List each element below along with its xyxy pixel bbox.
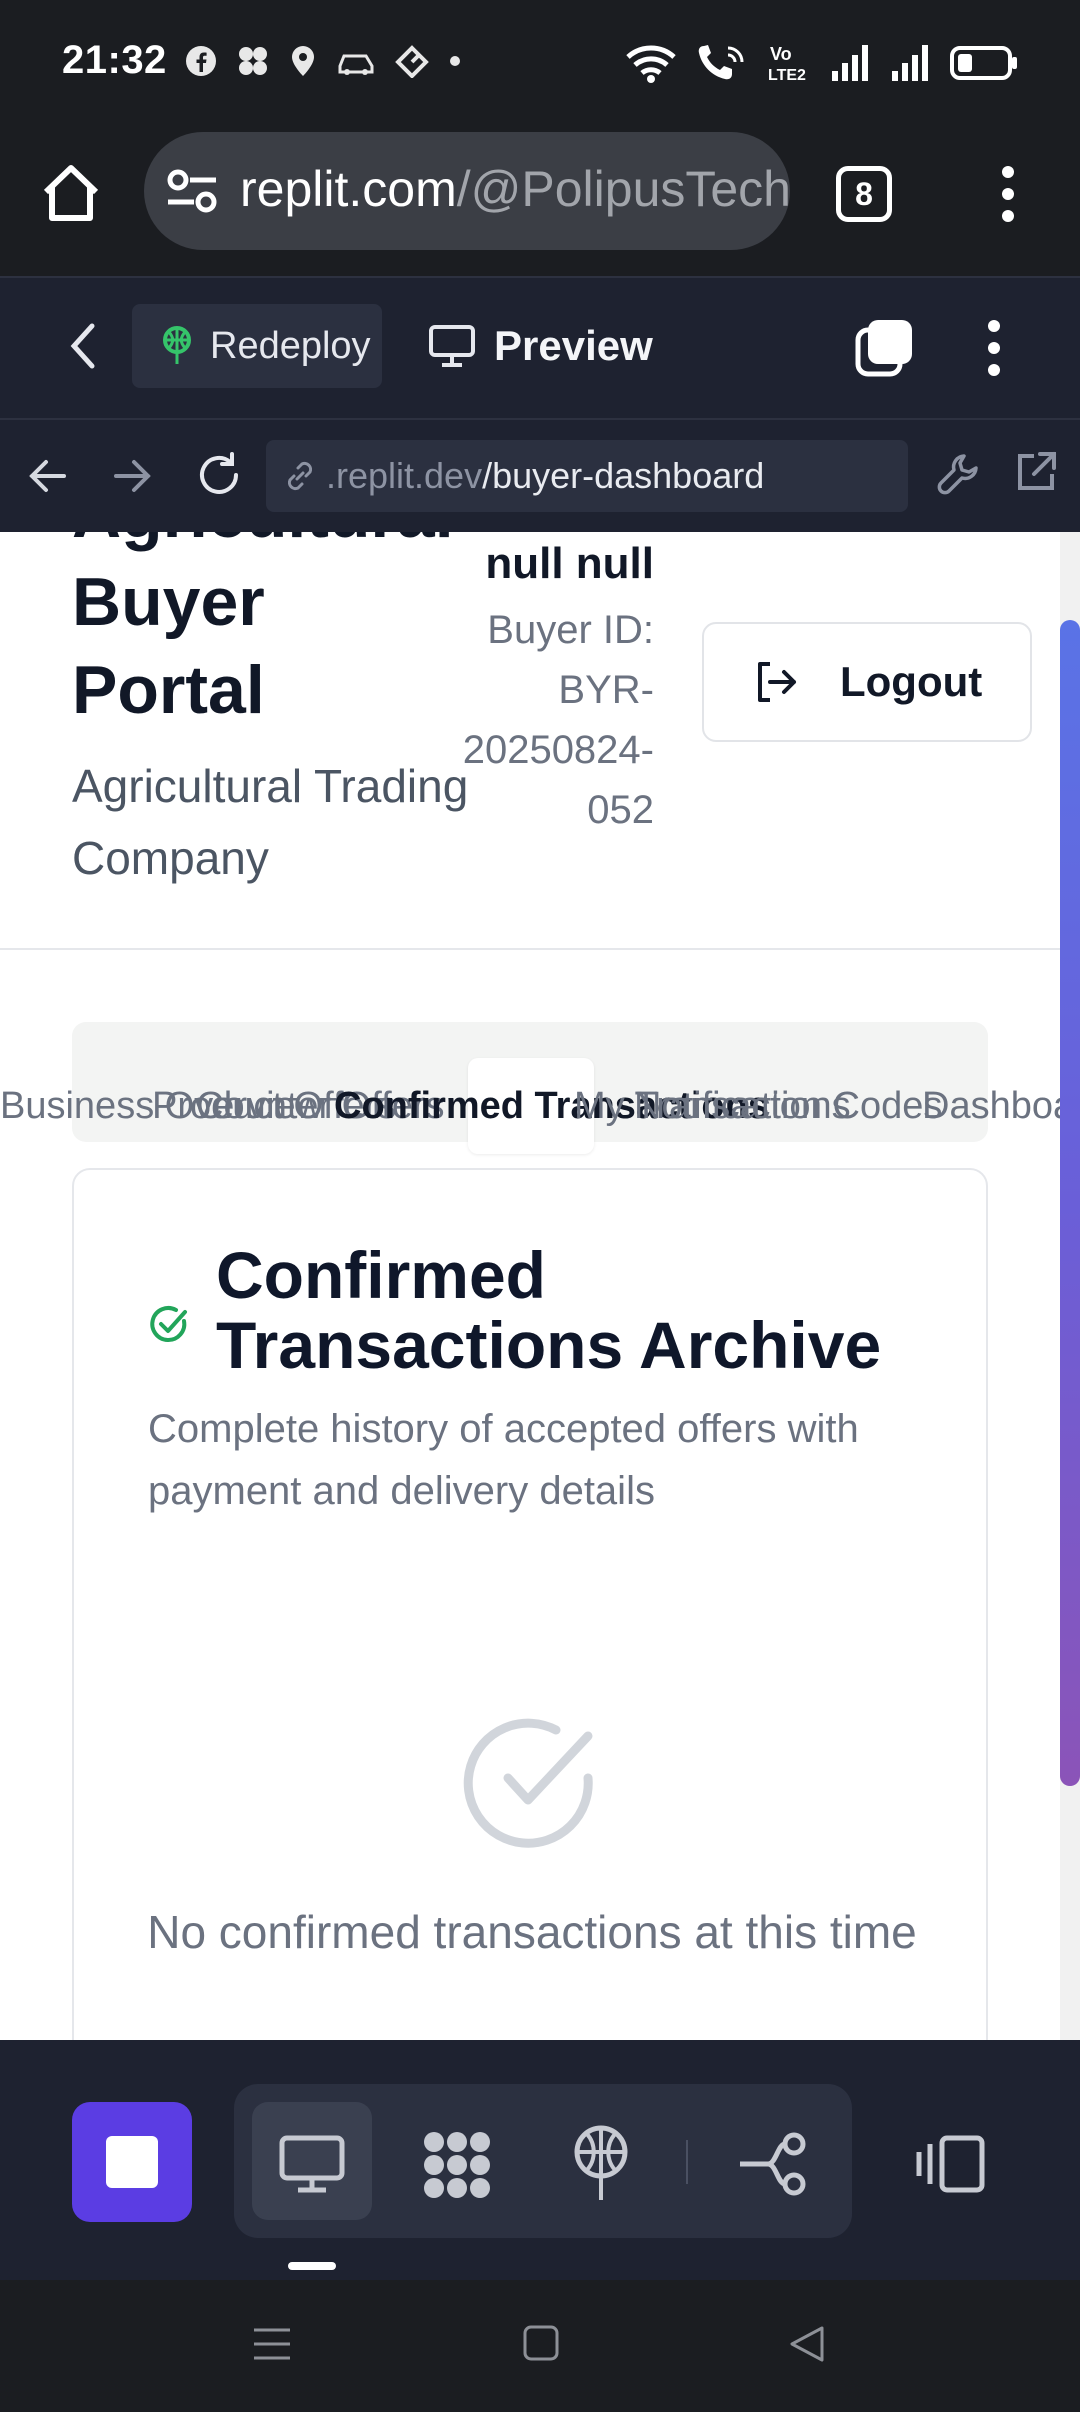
reload-icon[interactable] (194, 450, 244, 500)
logout-button[interactable]: Logout (702, 622, 1032, 742)
card-description: Complete history of accepted offers with… (148, 1407, 859, 1513)
svg-text:Vo: Vo (770, 44, 792, 64)
git-icon[interactable] (738, 2132, 808, 2196)
agent-icon[interactable] (420, 2128, 494, 2202)
status-time: 21:32 (62, 38, 167, 82)
buyer-id: Buyer ID: BYR- 20250824- 052 (420, 600, 654, 840)
address-text: replit.com/@PolipusTech (240, 160, 790, 218)
tab-dashboard[interactable]: Dashboard (922, 1060, 1080, 1152)
deploy-icon[interactable] (572, 2124, 630, 2204)
tab-notification-codes[interactable]: Notification Codes (634, 1060, 942, 1152)
card-title: Confirmed Transactions Archive (216, 1238, 882, 1382)
system-navigation-bar (0, 2280, 1080, 2412)
site-settings-icon[interactable] (166, 168, 218, 214)
monitor-icon (429, 325, 475, 367)
back-chevron-icon[interactable] (66, 320, 98, 372)
empty-state-message: No confirmed transactions at this time (147, 1906, 917, 1958)
facebook-icon (186, 46, 216, 76)
more-notifications-icon (450, 56, 460, 66)
battery-icon (950, 46, 1017, 80)
scrollbar-track[interactable] (1060, 532, 1080, 2040)
active-tool-indicator (288, 2262, 336, 2270)
preview-url-text: .replit.dev/buyer-dashboard (326, 455, 764, 497)
header-divider (0, 948, 1060, 950)
portal-title: Agricultural Buyer Portal (72, 532, 454, 734)
address-bar[interactable]: replit.com/@PolipusTech (144, 132, 790, 250)
redeploy-label: Redeploy (210, 324, 371, 367)
external-link-icon[interactable] (1014, 450, 1058, 494)
preview-url-path: /buyer-dashboard (482, 455, 765, 496)
preview-label: Preview (494, 322, 653, 369)
logout-icon (758, 662, 796, 702)
portal-title-line: Buyer (72, 564, 265, 640)
browser-toolbar: replit.com/@PolipusTech 8 (0, 124, 1080, 276)
hotspot-icon (395, 45, 429, 78)
recents-icon[interactable] (252, 2324, 292, 2364)
volte-icon: Vo LTE2 (768, 44, 806, 84)
deploy-icon (163, 326, 191, 364)
link-icon (287, 461, 313, 491)
url-host: replit.com (240, 161, 457, 217)
status-bar: 21:32 Vo LTE2 (0, 0, 1080, 124)
wrench-icon[interactable] (936, 450, 982, 496)
url-path: /@PolipusTech (456, 161, 790, 217)
arrow-right-icon[interactable] (110, 454, 154, 498)
company-name: Agricultural Trading Company (72, 760, 469, 884)
replit-header: Redeploy Preview (0, 276, 1080, 420)
home-icon[interactable] (38, 160, 104, 226)
app-icon (239, 47, 267, 75)
user-name: null null (485, 539, 654, 588)
tabs-copy-icon[interactable] (854, 316, 916, 378)
toolbar-separator (686, 2140, 688, 2184)
buyer-id-value: BYR- 20250824- 052 (462, 668, 654, 832)
browser-menu-icon[interactable] (990, 164, 1026, 224)
home-nav-icon[interactable] (522, 2324, 560, 2362)
wifi-icon (626, 45, 676, 83)
system-icons: Vo LTE2 (624, 42, 1018, 84)
stop-button[interactable] (72, 2102, 192, 2222)
arrow-left-icon[interactable] (26, 454, 70, 498)
replit-bottom-toolbar (0, 2040, 1080, 2280)
wifi-call-icon (698, 45, 744, 80)
location-icon (292, 46, 314, 76)
buyer-id-label: Buyer ID: (487, 608, 654, 652)
logout-label: Logout (840, 658, 983, 705)
preview-tab[interactable]: Preview (428, 304, 653, 388)
layout-icon[interactable] (916, 2134, 986, 2194)
empty-check-circle-icon (463, 1718, 593, 1848)
app-preview: Agricultural Buyer Portal Agricultural T… (0, 532, 1080, 2040)
redeploy-button[interactable]: Redeploy (132, 304, 382, 388)
svg-text:LTE2: LTE2 (768, 67, 806, 84)
notification-icons (184, 44, 462, 78)
car-icon (338, 54, 374, 75)
stop-icon (106, 2136, 158, 2188)
preview-url-domain: .replit.dev (326, 455, 483, 496)
portal-title-line: Portal (72, 652, 265, 728)
preview-url-bar: .replit.dev/buyer-dashboard (0, 420, 1080, 532)
confirmed-transactions-card: Confirmed Transactions Archive Complete … (72, 1168, 988, 2040)
tab-switcher-button[interactable]: 8 (836, 166, 892, 222)
check-circle-icon (150, 1306, 187, 1342)
more-options-icon[interactable] (980, 318, 1008, 378)
preview-url-field[interactable]: .replit.dev/buyer-dashboard (266, 440, 908, 512)
monitor-icon[interactable] (278, 2134, 346, 2194)
scrollbar-thumb[interactable] (1060, 620, 1080, 1786)
portal-title-line: Agricultural (72, 532, 454, 558)
signal-icon (832, 45, 868, 81)
back-nav-icon[interactable] (786, 2324, 826, 2364)
signal-icon-2 (892, 45, 928, 81)
